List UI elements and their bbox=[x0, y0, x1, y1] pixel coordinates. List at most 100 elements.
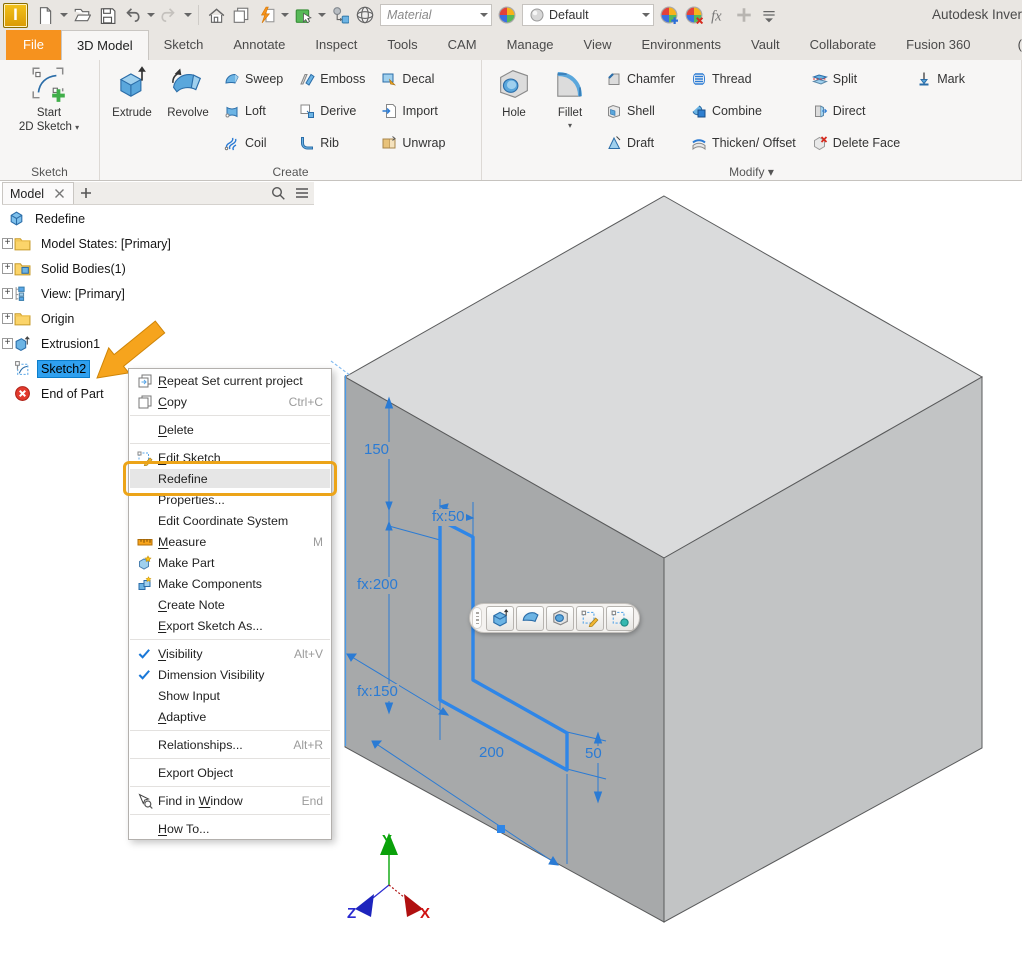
menu-item-relationships-[interactable]: Relationships...Alt+R bbox=[129, 734, 331, 755]
open-file-icon[interactable] bbox=[70, 3, 94, 27]
ribbon-tab-manage[interactable]: Manage bbox=[492, 30, 569, 60]
menu-item-properties-[interactable]: Properties... bbox=[129, 489, 331, 510]
ribbon-button-combine[interactable]: Combine bbox=[686, 95, 801, 127]
menu-item-show-input[interactable]: Show Input bbox=[129, 685, 331, 706]
menu-item-export-object[interactable]: Export Object bbox=[129, 762, 331, 783]
dim-fx50[interactable]: fx:50 bbox=[431, 509, 466, 526]
add-browser-tab-button[interactable] bbox=[74, 182, 98, 204]
browser-tab-model[interactable]: Model bbox=[2, 182, 74, 204]
dropdown-caret[interactable] bbox=[145, 3, 156, 27]
dropdown-caret[interactable] bbox=[316, 3, 327, 27]
menu-item-create-note[interactable]: Create Note bbox=[129, 594, 331, 615]
menu-item-copy[interactable]: CopyCtrl+C bbox=[129, 391, 331, 412]
menu-item-make-part[interactable]: Make Part bbox=[129, 552, 331, 573]
ribbon-button-decal[interactable]: Decal bbox=[376, 63, 450, 95]
quick-launch-bolt-icon[interactable] bbox=[254, 3, 278, 27]
adjust-appearance-wheel-icon[interactable] bbox=[657, 3, 681, 27]
dropdown-caret[interactable] bbox=[58, 3, 69, 27]
browser-menu-icon[interactable] bbox=[290, 185, 314, 201]
menu-item-dimension-visibility[interactable]: Dimension Visibility bbox=[129, 664, 331, 685]
expand-plus-icon[interactable]: + bbox=[2, 313, 13, 324]
tree-item-extrusion1[interactable]: +Extrusion1 bbox=[0, 331, 320, 356]
ribbon-tab-cam[interactable]: CAM bbox=[433, 30, 492, 60]
close-icon[interactable] bbox=[52, 188, 66, 199]
material-combo[interactable]: Material bbox=[380, 4, 492, 26]
dim-fx200[interactable]: fx:200 bbox=[356, 577, 399, 594]
ribbon-button-fillet[interactable]: Fillet▾ bbox=[542, 63, 598, 161]
revolve-mini-button[interactable] bbox=[516, 606, 544, 631]
tree-item-origin[interactable]: +Origin bbox=[0, 306, 320, 331]
ribbon-tab-annotate[interactable]: Annotate bbox=[218, 30, 300, 60]
ribbon-tab-tools[interactable]: Tools bbox=[372, 30, 432, 60]
edit-sketch-mini-button[interactable] bbox=[576, 606, 604, 631]
ribbon-button-unwrap[interactable]: Unwrap bbox=[376, 127, 450, 159]
mini-toolbar-grip[interactable] bbox=[472, 607, 482, 629]
tree-item-solid-bodies-1-[interactable]: +Solid Bodies(1) bbox=[0, 256, 320, 281]
ribbon-tab-collaborate[interactable]: Collaborate bbox=[795, 30, 892, 60]
menu-item-edit-sketch[interactable]: Edit Sketch bbox=[129, 447, 331, 468]
ribbon-button-shell[interactable]: Shell bbox=[601, 95, 680, 127]
ribbon-button-thread[interactable]: Thread bbox=[686, 63, 801, 95]
ribbon-button-loft[interactable]: Loft bbox=[219, 95, 288, 127]
ribbon-button-import[interactable]: Import bbox=[376, 95, 450, 127]
update-model-icon[interactable] bbox=[291, 3, 315, 27]
tree-item-redefine[interactable]: Redefine bbox=[0, 206, 320, 231]
hole-mini-button[interactable] bbox=[546, 606, 574, 631]
ribbon-button-coil[interactable]: Coil bbox=[219, 127, 288, 159]
menu-item-measure[interactable]: MeasureM bbox=[129, 531, 331, 552]
panel-label-sketch[interactable]: Sketch bbox=[0, 165, 99, 179]
menu-item-adaptive[interactable]: Adaptive bbox=[129, 706, 331, 727]
ribbon-button-chamfer[interactable]: Chamfer bbox=[601, 63, 680, 95]
ribbon-button-rib[interactable]: Rib bbox=[294, 127, 370, 159]
menu-item-find-in-window[interactable]: Find in WindowEnd bbox=[129, 790, 331, 811]
expand-plus-icon[interactable]: + bbox=[2, 288, 13, 299]
ribbon-tab-sketch[interactable]: Sketch bbox=[149, 30, 219, 60]
menu-item-delete[interactable]: Delete bbox=[129, 419, 331, 440]
ribbon-button-thicken-offset[interactable]: Thicken/ Offset bbox=[686, 127, 801, 159]
redo-icon[interactable] bbox=[157, 3, 181, 27]
menu-item-export-sketch-as-[interactable]: Export Sketch As... bbox=[129, 615, 331, 636]
ribbon-tab--[interactable]: ( bbox=[1018, 30, 1022, 60]
swap-component-icon[interactable] bbox=[328, 3, 352, 27]
clear-appearance-wheel-icon[interactable] bbox=[682, 3, 706, 27]
menu-item-redefine[interactable]: Redefine bbox=[129, 468, 331, 489]
add-button-icon[interactable] bbox=[732, 3, 756, 27]
parameters-fx-icon[interactable]: fx bbox=[707, 3, 731, 27]
ribbon-tab-file[interactable]: File bbox=[6, 30, 61, 60]
customize-qat-icon[interactable] bbox=[757, 3, 781, 27]
ribbon-button-derive[interactable]: Derive bbox=[294, 95, 370, 127]
undo-icon[interactable] bbox=[120, 3, 144, 27]
ribbon-button-sweep[interactable]: Sweep bbox=[219, 63, 288, 95]
dim-150[interactable]: 150 bbox=[363, 442, 390, 459]
expand-plus-icon[interactable]: + bbox=[2, 338, 13, 349]
new-sketch-mini-button[interactable] bbox=[606, 606, 634, 631]
expand-plus-icon[interactable]: + bbox=[2, 263, 13, 274]
tree-item-model-states-primary-[interactable]: +Model States: [Primary] bbox=[0, 231, 320, 256]
ribbon-button-extrude[interactable]: Extrude bbox=[104, 63, 160, 161]
copy-icon[interactable] bbox=[229, 3, 253, 27]
ribbon-button-revolve[interactable]: Revolve bbox=[160, 63, 216, 161]
new-file-icon[interactable] bbox=[33, 3, 57, 27]
menu-item-edit-coordinate-system[interactable]: Edit Coordinate System bbox=[129, 510, 331, 531]
sketch-point[interactable] bbox=[497, 825, 505, 833]
dim-200[interactable]: 200 bbox=[478, 745, 505, 762]
ribbon-button-start-2d-sketch[interactable]: Start2D Sketch ▾ bbox=[4, 63, 94, 161]
ribbon-button-emboss[interactable]: Emboss bbox=[294, 63, 370, 95]
render-globe-icon[interactable] bbox=[353, 3, 377, 27]
appearance-combo[interactable]: Default bbox=[522, 4, 654, 26]
ribbon-tab-3d-model[interactable]: 3D Model bbox=[61, 30, 149, 60]
ribbon-button-hole[interactable]: Hole bbox=[486, 63, 542, 161]
ribbon-button-split[interactable]: Split bbox=[807, 63, 905, 95]
inventor-logo[interactable]: I bbox=[3, 3, 28, 28]
ribbon-tab-environments[interactable]: Environments bbox=[627, 30, 736, 60]
menu-item-make-components[interactable]: Make Components bbox=[129, 573, 331, 594]
ribbon-tab-vault[interactable]: Vault bbox=[736, 30, 795, 60]
ribbon-tab-view[interactable]: View bbox=[569, 30, 627, 60]
appearance-wheel-icon[interactable] bbox=[495, 3, 519, 27]
ribbon-button-draft[interactable]: Draft bbox=[601, 127, 680, 159]
ribbon-button-mark[interactable]: Mark bbox=[911, 63, 970, 95]
dim-50[interactable]: 50 bbox=[584, 746, 603, 763]
dropdown-caret[interactable] bbox=[279, 3, 290, 27]
menu-item-how-to-[interactable]: How To... bbox=[129, 818, 331, 839]
panel-label-modify[interactable]: Modify ▾ bbox=[482, 165, 1021, 179]
